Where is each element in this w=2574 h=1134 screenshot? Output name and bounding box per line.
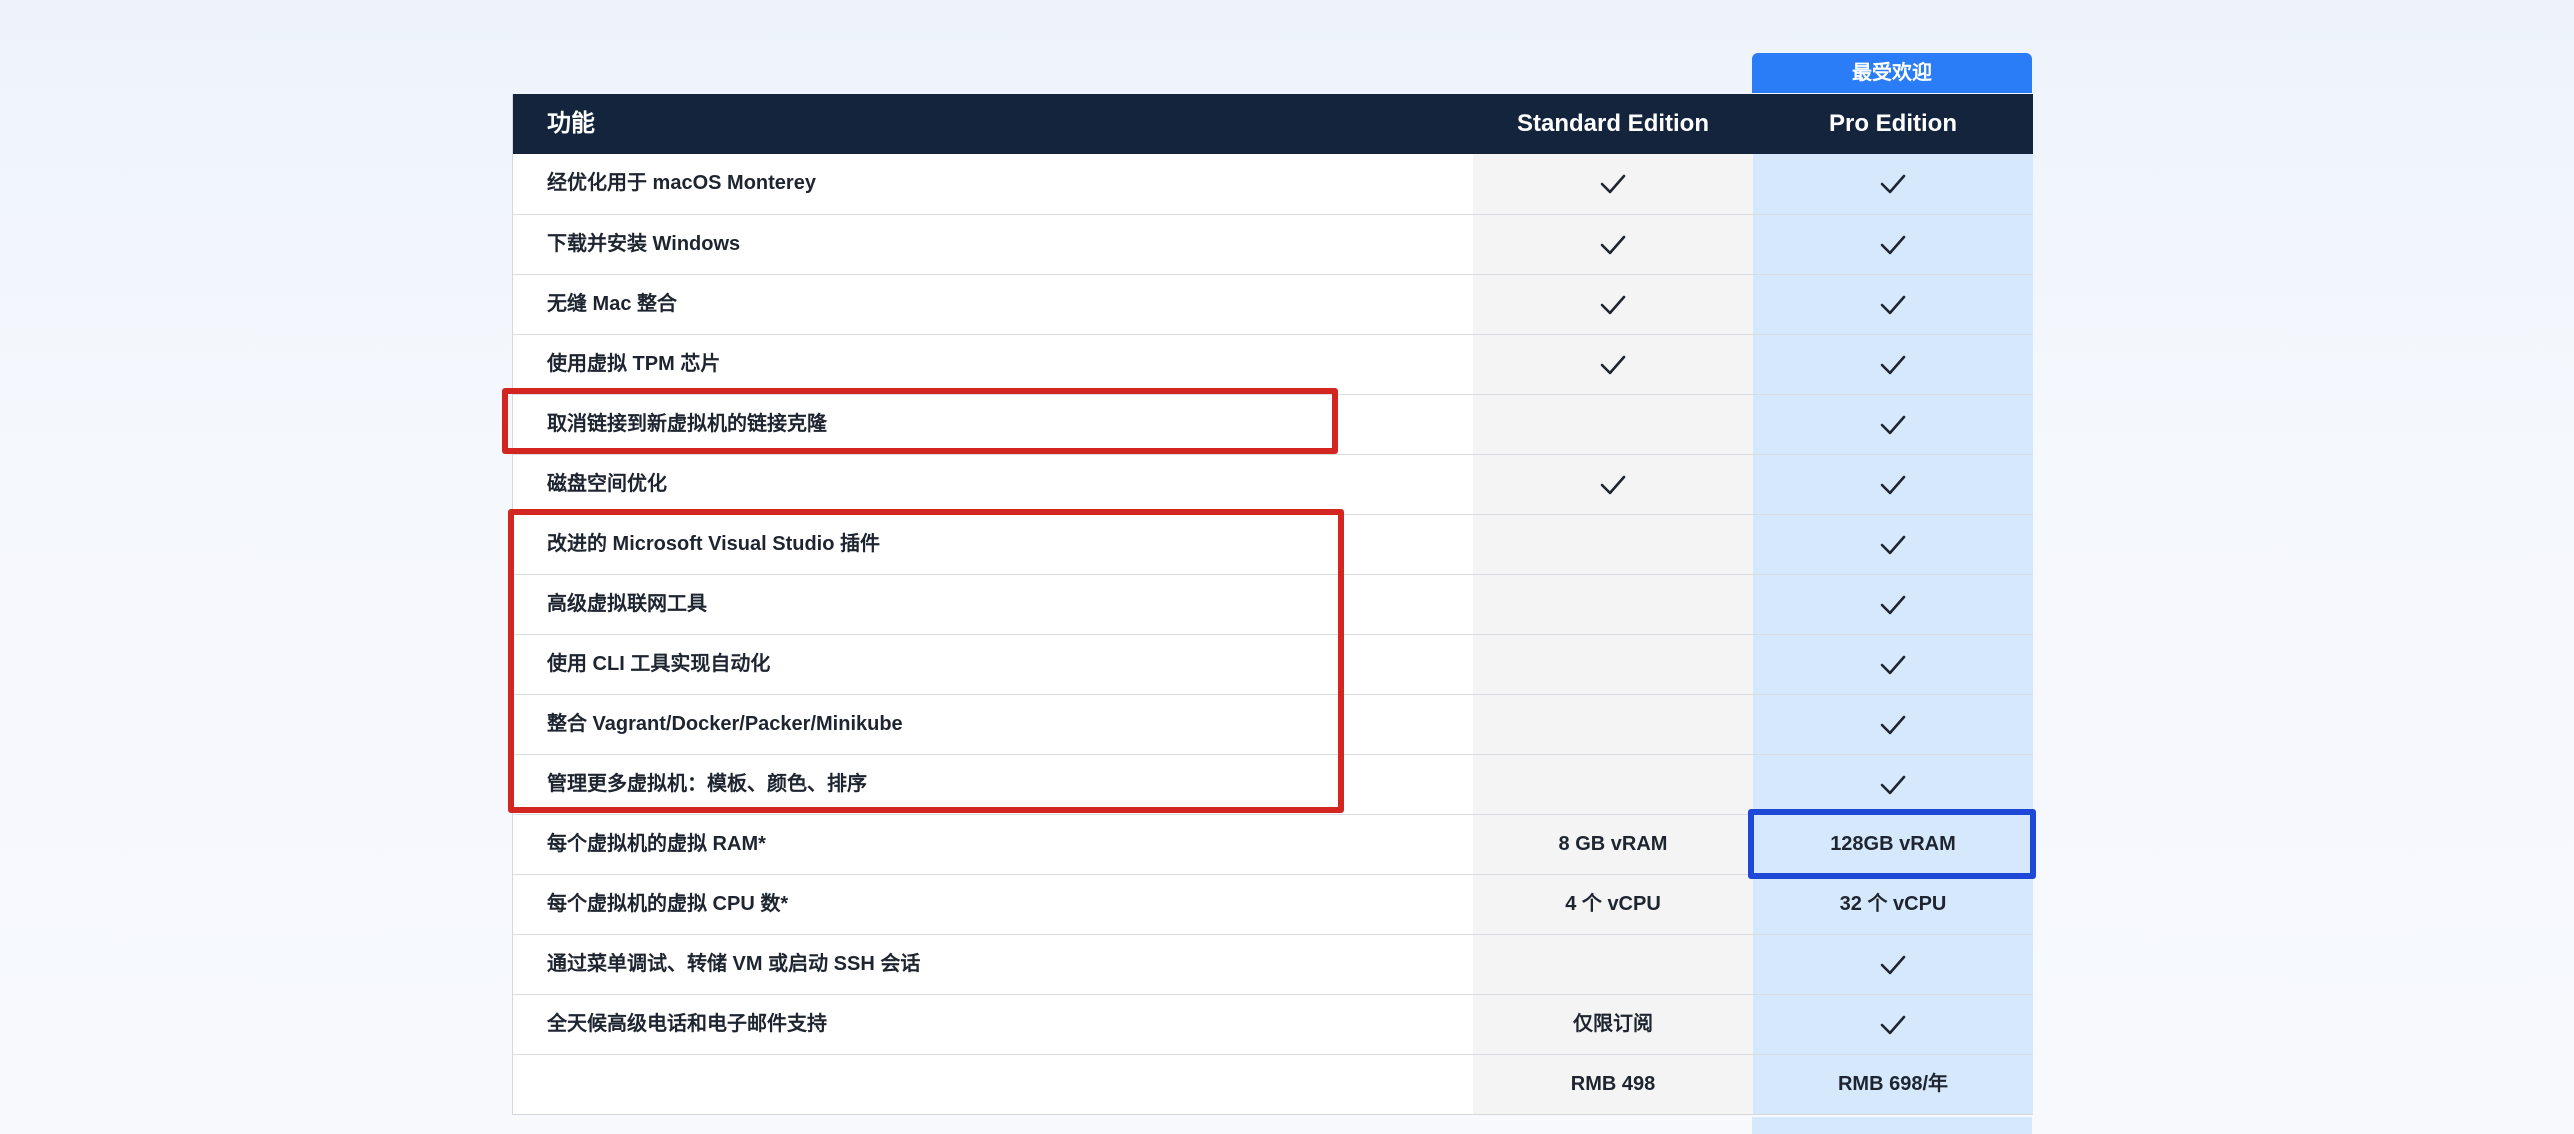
feature-label [513, 1055, 1473, 1114]
pro-check-icon [1753, 515, 2033, 574]
feature-label: 使用虚拟 TPM 芯片 [513, 335, 1473, 394]
pro-check-icon [1753, 935, 2033, 994]
feature-label: 每个虚拟机的虚拟 CPU 数* [513, 875, 1473, 934]
pro-check-icon [1753, 995, 2033, 1054]
feature-label: 无缝 Mac 整合 [513, 275, 1473, 334]
highlight-box-ram [1748, 809, 2036, 879]
feature-label: 通过菜单调试、转储 VM 或启动 SSH 会话 [513, 935, 1473, 994]
standard-value: 4 个 vCPU [1473, 875, 1753, 934]
standard-check-icon [1473, 275, 1753, 334]
standard-value [1473, 395, 1753, 454]
table-row: 使用虚拟 TPM 芯片 [513, 334, 2033, 394]
highlight-box-linked-clone [502, 388, 1338, 454]
standard-check-icon [1473, 335, 1753, 394]
feature-label: 全天候高级电话和电子邮件支持 [513, 995, 1473, 1054]
standard-check-icon [1473, 455, 1753, 514]
pro-check-icon [1753, 575, 2033, 634]
highlight-box-pro-features [508, 509, 1344, 813]
standard-value: 仅限订阅 [1473, 995, 1753, 1054]
standard-value [1473, 935, 1753, 994]
pro-check-icon [1753, 635, 2033, 694]
pro-column-extension [1752, 1117, 2032, 1134]
header-pro-edition: Pro Edition [1829, 110, 1957, 137]
header-feature: 功能 [547, 110, 595, 137]
pro-check-icon [1753, 755, 2033, 814]
table-row: 无缝 Mac 整合 [513, 274, 2033, 334]
pro-value: RMB 698/年 [1753, 1055, 2033, 1114]
most-popular-badge: 最受欢迎 [1752, 53, 2032, 93]
pro-value: 32 个 vCPU [1753, 875, 2033, 934]
table-row: 通过菜单调试、转储 VM 或启动 SSH 会话 [513, 934, 2033, 994]
standard-value: 8 GB vRAM [1473, 815, 1753, 874]
pro-check-icon [1753, 455, 2033, 514]
feature-label: 每个虚拟机的虚拟 RAM* [513, 815, 1473, 874]
pro-check-icon [1753, 215, 2033, 274]
standard-value [1473, 755, 1753, 814]
standard-value [1473, 515, 1753, 574]
pro-check-icon [1753, 275, 2033, 334]
standard-check-icon [1473, 154, 1753, 214]
table-row: 经优化用于 macOS Monterey [513, 154, 2033, 214]
table-row: RMB 498 RMB 698/年 [513, 1054, 2033, 1114]
table-row: 每个虚拟机的虚拟 CPU 数* 4 个 vCPU 32 个 vCPU [513, 874, 2033, 934]
standard-value: RMB 498 [1473, 1055, 1753, 1114]
standard-value [1473, 635, 1753, 694]
pro-check-icon [1753, 695, 2033, 754]
table-row: 下载并安装 Windows [513, 214, 2033, 274]
feature-label: 经优化用于 macOS Monterey [513, 154, 1473, 214]
standard-check-icon [1473, 215, 1753, 274]
feature-label: 磁盘空间优化 [513, 455, 1473, 514]
standard-value [1473, 695, 1753, 754]
pro-check-icon [1753, 395, 2033, 454]
pro-check-icon [1753, 154, 2033, 214]
standard-value [1473, 575, 1753, 634]
pro-check-icon [1753, 335, 2033, 394]
header-standard-edition: Standard Edition [1517, 110, 1709, 137]
table-header: 功能 Standard Edition Pro Edition [513, 94, 2033, 154]
feature-label: 下载并安装 Windows [513, 215, 1473, 274]
table-row: 全天候高级电话和电子邮件支持 仅限订阅 [513, 994, 2033, 1054]
table-row: 磁盘空间优化 [513, 454, 2033, 514]
